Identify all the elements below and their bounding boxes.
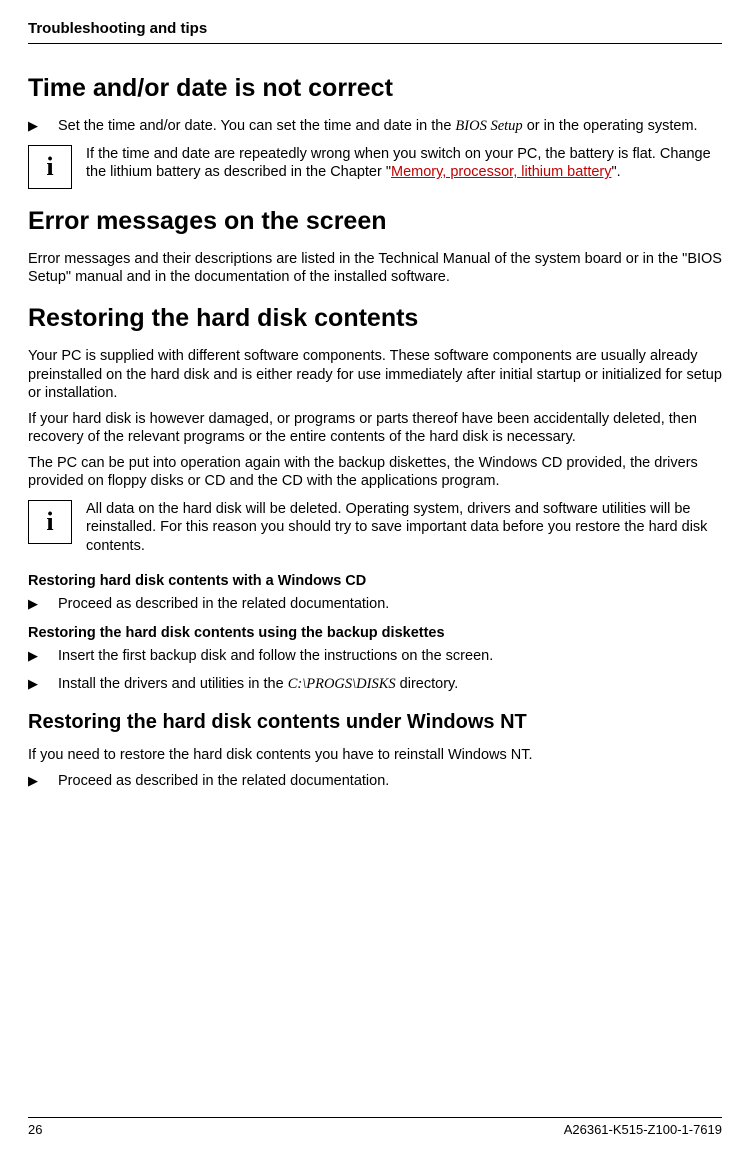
paragraph: If your hard disk is however damaged, or…: [28, 410, 722, 446]
paragraph: If you need to restore the hard disk con…: [28, 746, 722, 764]
text-part: Install the drivers and utilities in the: [58, 676, 288, 692]
instruction-item: ▶ Set the time and/or date. You can set …: [28, 117, 722, 135]
info-glyph: i: [46, 152, 53, 182]
subheading-windows-cd: Restoring hard disk contents with a Wind…: [28, 573, 722, 589]
page-number: 26: [28, 1122, 42, 1137]
instruction-item: ▶ Proceed as described in the related do…: [28, 595, 722, 613]
paragraph: The PC can be put into operation again w…: [28, 454, 722, 490]
heading-restoring-hard-disk: Restoring the hard disk contents: [28, 304, 722, 333]
instruction-text: Proceed as described in the related docu…: [58, 595, 722, 613]
text-part: ".: [612, 164, 621, 180]
info-icon: i: [28, 500, 72, 544]
info-note: i All data on the hard disk will be dele…: [28, 500, 722, 554]
document-id: A26361-K515-Z100-1-7619: [564, 1122, 722, 1137]
heading-restoring-nt: Restoring the hard disk contents under W…: [28, 711, 722, 734]
instruction-item: ▶ Insert the first backup disk and follo…: [28, 647, 722, 665]
instruction-text: Insert the first backup disk and follow …: [58, 647, 722, 665]
instruction-text: Proceed as described in the related docu…: [58, 772, 722, 790]
text-part: or in the operating system.: [523, 118, 698, 134]
info-text: If the time and date are repeatedly wron…: [86, 145, 722, 189]
info-note: i If the time and date are repeatedly wr…: [28, 145, 722, 189]
emphasis-path: C:\PROGS\DISKS: [288, 676, 396, 692]
running-header: Troubleshooting and tips: [28, 20, 722, 44]
bullet-icon: ▶: [28, 595, 58, 613]
bullet-icon: ▶: [28, 117, 58, 135]
info-text: All data on the hard disk will be delete…: [86, 500, 722, 554]
instruction-item: ▶ Proceed as described in the related do…: [28, 772, 722, 790]
info-glyph: i: [46, 507, 53, 537]
text-part: directory.: [396, 676, 459, 692]
info-icon: i: [28, 145, 72, 189]
bullet-icon: ▶: [28, 772, 58, 790]
emphasis-bios-setup: BIOS Setup: [455, 118, 522, 134]
bullet-icon: ▶: [28, 647, 58, 665]
paragraph: Error messages and their descriptions ar…: [28, 250, 722, 286]
paragraph: Your PC is supplied with different softw…: [28, 347, 722, 401]
instruction-item: ▶ Install the drivers and utilities in t…: [28, 675, 722, 693]
heading-error-messages: Error messages on the screen: [28, 207, 722, 236]
instruction-text: Install the drivers and utilities in the…: [58, 675, 722, 693]
page-footer: 26 A26361-K515-Z100-1-7619: [28, 1117, 722, 1137]
link-memory-processor-battery[interactable]: Memory, processor, lithium battery: [391, 164, 612, 180]
bullet-icon: ▶: [28, 675, 58, 693]
instruction-text: Set the time and/or date. You can set th…: [58, 117, 722, 135]
subheading-backup-diskettes: Restoring the hard disk contents using t…: [28, 625, 722, 641]
heading-time-date: Time and/or date is not correct: [28, 74, 722, 103]
text-part: Set the time and/or date. You can set th…: [58, 118, 455, 134]
